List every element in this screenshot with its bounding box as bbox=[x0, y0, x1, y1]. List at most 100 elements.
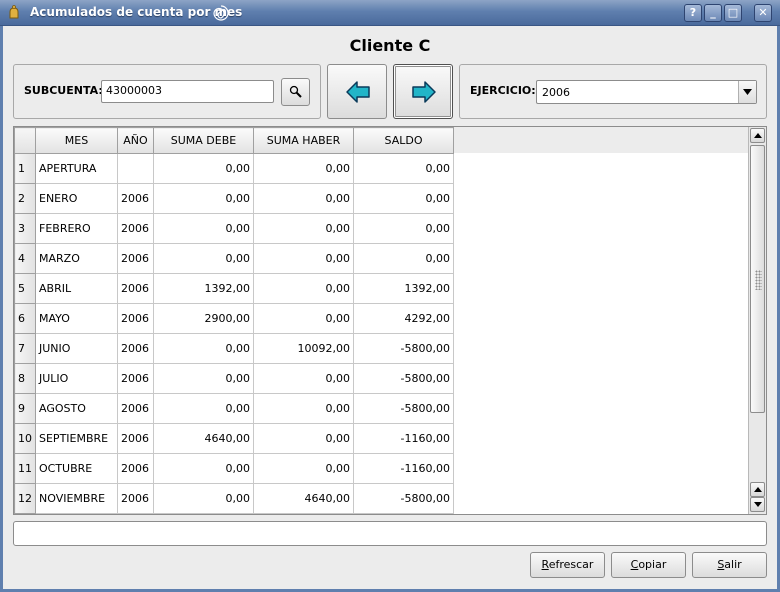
cell-suma-haber[interactable]: 0,00 bbox=[253, 153, 354, 184]
maximize-button[interactable]: □ bbox=[724, 4, 742, 22]
cell-suma-haber[interactable]: 10092,00 bbox=[253, 333, 354, 364]
cell-anio[interactable]: 2006 bbox=[117, 303, 154, 334]
ejercicio-select[interactable]: 2006 bbox=[536, 80, 757, 104]
cell-mes[interactable]: OCTUBRE bbox=[35, 453, 118, 484]
cell-suma-haber[interactable]: 0,00 bbox=[253, 243, 354, 274]
cell-mes[interactable]: JUNIO bbox=[35, 333, 118, 364]
cell-suma-haber[interactable]: 4640,00 bbox=[253, 483, 354, 514]
row-header[interactable]: 12 bbox=[14, 483, 36, 514]
row-header[interactable]: 6 bbox=[14, 303, 36, 334]
column-header-mes[interactable]: MES bbox=[35, 127, 118, 154]
cell-mes[interactable]: MARZO bbox=[35, 243, 118, 274]
row-header[interactable]: 9 bbox=[14, 393, 36, 424]
row-header[interactable]: 8 bbox=[14, 363, 36, 394]
table-row[interactable]: 10 SEPTIEMBRE 2006 4640,00 0,00 -1160,00 bbox=[14, 423, 454, 454]
cell-saldo[interactable]: -5800,00 bbox=[353, 393, 454, 424]
cell-suma-haber[interactable]: 0,00 bbox=[253, 423, 354, 454]
scroll-up-button[interactable] bbox=[750, 128, 765, 143]
cell-suma-haber[interactable]: 0,00 bbox=[253, 393, 354, 424]
cell-anio[interactable]: 2006 bbox=[117, 333, 154, 364]
cell-suma-debe[interactable]: 0,00 bbox=[153, 213, 254, 244]
table-row[interactable]: 11 OCTUBRE 2006 0,00 0,00 -1160,00 bbox=[14, 453, 454, 484]
row-header[interactable]: 5 bbox=[14, 273, 36, 304]
cell-suma-debe[interactable]: 0,00 bbox=[153, 243, 254, 274]
cell-anio[interactable]: 2006 bbox=[117, 183, 154, 214]
cell-saldo[interactable]: -5800,00 bbox=[353, 333, 454, 364]
refrescar-button[interactable]: Refrescar bbox=[530, 552, 605, 578]
row-header[interactable]: 10 bbox=[14, 423, 36, 454]
cell-suma-haber[interactable]: 0,00 bbox=[253, 183, 354, 214]
dropdown-button[interactable] bbox=[738, 81, 756, 103]
cell-saldo[interactable]: -5800,00 bbox=[353, 363, 454, 394]
table-row[interactable]: 12 NOVIEMBRE 2006 0,00 4640,00 -5800,00 bbox=[14, 483, 454, 514]
cell-mes[interactable]: ABRIL bbox=[35, 273, 118, 304]
cell-suma-haber[interactable]: 0,00 bbox=[253, 273, 354, 304]
cell-suma-debe[interactable]: 0,00 bbox=[153, 483, 254, 514]
column-header-anio[interactable]: AÑO bbox=[117, 127, 154, 154]
scroll-down-button[interactable] bbox=[750, 497, 765, 512]
cell-suma-debe[interactable]: 0,00 bbox=[153, 453, 254, 484]
cell-suma-debe[interactable]: 0,00 bbox=[153, 183, 254, 214]
cell-suma-debe[interactable]: 1392,00 bbox=[153, 273, 254, 304]
cell-mes[interactable]: SEPTIEMBRE bbox=[35, 423, 118, 454]
column-header-suma-debe[interactable]: SUMA DEBE bbox=[153, 127, 254, 154]
column-header-saldo[interactable]: SALDO bbox=[353, 127, 454, 154]
table-row[interactable]: 1 APERTURA 0,00 0,00 0,00 bbox=[14, 153, 454, 184]
row-header[interactable]: 7 bbox=[14, 333, 36, 364]
cell-saldo[interactable]: 0,00 bbox=[353, 153, 454, 184]
table-row[interactable]: 7 JUNIO 2006 0,00 10092,00 -5800,00 bbox=[14, 333, 454, 364]
cell-mes[interactable]: APERTURA bbox=[35, 153, 118, 184]
row-header[interactable]: 4 bbox=[14, 243, 36, 274]
subcuenta-input[interactable]: 43000003 bbox=[101, 80, 274, 103]
cell-suma-haber[interactable]: 0,00 bbox=[253, 213, 354, 244]
vertical-scrollbar[interactable] bbox=[748, 127, 766, 514]
scroll-thumb[interactable] bbox=[750, 145, 765, 413]
row-header[interactable]: 2 bbox=[14, 183, 36, 214]
table-row[interactable]: 6 MAYO 2006 2900,00 0,00 4292,00 bbox=[14, 303, 454, 334]
row-header[interactable]: 3 bbox=[14, 213, 36, 244]
cell-saldo[interactable]: 0,00 bbox=[353, 213, 454, 244]
cell-anio[interactable]: 2006 bbox=[117, 243, 154, 274]
table-row[interactable]: 4 MARZO 2006 0,00 0,00 0,00 bbox=[14, 243, 454, 274]
table-row[interactable]: 3 FEBRERO 2006 0,00 0,00 0,00 bbox=[14, 213, 454, 244]
cell-mes[interactable]: NOVIEMBRE bbox=[35, 483, 118, 514]
cell-anio[interactable]: 2006 bbox=[117, 363, 154, 394]
cell-suma-haber[interactable]: 0,00 bbox=[253, 303, 354, 334]
salir-button[interactable]: Salir bbox=[692, 552, 767, 578]
table-row[interactable]: 2 ENERO 2006 0,00 0,00 0,00 bbox=[14, 183, 454, 214]
column-header-suma-haber[interactable]: SUMA HABER bbox=[253, 127, 354, 154]
table-row[interactable]: 8 JULIO 2006 0,00 0,00 -5800,00 bbox=[14, 363, 454, 394]
cell-anio[interactable]: 2006 bbox=[117, 453, 154, 484]
cell-suma-debe[interactable]: 0,00 bbox=[153, 363, 254, 394]
cell-saldo[interactable]: -5800,00 bbox=[353, 483, 454, 514]
cell-suma-debe[interactable]: 0,00 bbox=[153, 393, 254, 424]
cell-anio[interactable]: 2006 bbox=[117, 213, 154, 244]
help-button[interactable]: ? bbox=[684, 4, 702, 22]
table-row[interactable]: 9 AGOSTO 2006 0,00 0,00 -5800,00 bbox=[14, 393, 454, 424]
row-header[interactable]: 1 bbox=[14, 153, 36, 184]
cell-anio[interactable]: 2006 bbox=[117, 273, 154, 304]
cell-suma-debe[interactable]: 4640,00 bbox=[153, 423, 254, 454]
scroll-up-button-bottom[interactable] bbox=[750, 482, 765, 497]
cell-anio[interactable]: 2006 bbox=[117, 393, 154, 424]
search-button[interactable] bbox=[281, 78, 310, 106]
cell-saldo[interactable]: -1160,00 bbox=[353, 453, 454, 484]
cell-saldo[interactable]: 1392,00 bbox=[353, 273, 454, 304]
cell-saldo[interactable]: 4292,00 bbox=[353, 303, 454, 334]
next-button[interactable] bbox=[393, 64, 453, 119]
cell-suma-debe[interactable]: 2900,00 bbox=[153, 303, 254, 334]
copiar-button[interactable]: Copiar bbox=[611, 552, 686, 578]
cell-suma-haber[interactable]: 0,00 bbox=[253, 453, 354, 484]
cell-saldo[interactable]: -1160,00 bbox=[353, 423, 454, 454]
cell-saldo[interactable]: 0,00 bbox=[353, 243, 454, 274]
cell-mes[interactable]: ENERO bbox=[35, 183, 118, 214]
cell-mes[interactable]: JULIO bbox=[35, 363, 118, 394]
cell-anio[interactable] bbox=[117, 153, 154, 184]
cell-suma-haber[interactable]: 0,00 bbox=[253, 363, 354, 394]
cell-mes[interactable]: AGOSTO bbox=[35, 393, 118, 424]
cell-suma-debe[interactable]: 0,00 bbox=[153, 333, 254, 364]
cell-anio[interactable]: 2006 bbox=[117, 483, 154, 514]
close-button[interactable]: ✕ bbox=[754, 4, 772, 22]
cell-saldo[interactable]: 0,00 bbox=[353, 183, 454, 214]
previous-button[interactable] bbox=[327, 64, 387, 119]
